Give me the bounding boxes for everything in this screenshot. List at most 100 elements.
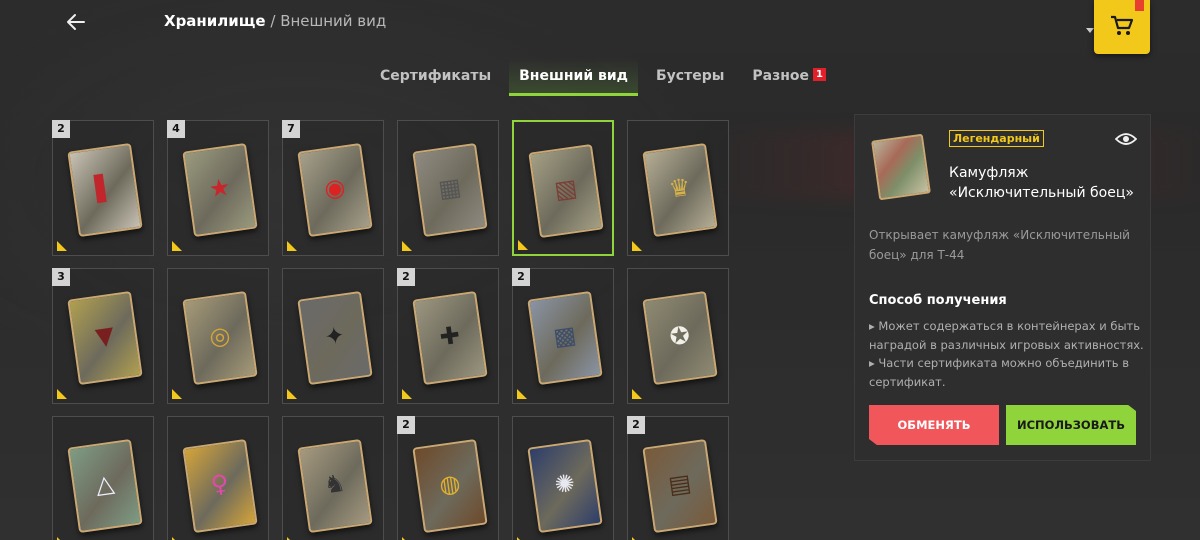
item-name-line2: «Исключительный боец» (949, 185, 1134, 201)
breadcrumb-separator: / (270, 12, 276, 30)
back-arrow-icon[interactable] (64, 10, 88, 34)
item-count-badge: 2 (397, 268, 415, 286)
item-card[interactable]: 4 ★ (167, 120, 269, 256)
rarity-corner-marker (287, 389, 297, 399)
item-card[interactable]: ✺ (512, 416, 614, 540)
emblem-glyph: △ (93, 468, 116, 500)
shark-mouth-icon: ▼ (67, 290, 143, 386)
shop-flag-icon (1135, 0, 1144, 11)
item-card[interactable]: ♛ (627, 120, 729, 256)
rarity-corner-marker (518, 240, 528, 250)
rarity-corner-marker (287, 241, 297, 251)
item-name: Камуфляж «Исключительный боец» (949, 163, 1139, 203)
info-line: ▸ Части сертификата можно объединить в с… (869, 356, 1130, 389)
item-count-badge: 4 (167, 120, 185, 138)
item-card[interactable]: 2 ▤ (627, 416, 729, 540)
triangle-sign-icon: △ (67, 438, 143, 534)
roundel-icon: ◉ (297, 142, 373, 238)
emblem-glyph: ◍ (437, 468, 463, 500)
item-card[interactable]: ✦ (282, 268, 384, 404)
item-count-badge: 2 (52, 120, 70, 138)
item-card[interactable]: 2 ✚ (397, 268, 499, 404)
exchange-button[interactable]: ОБМЕНЯТЬ (869, 405, 999, 445)
item-card[interactable]: 3 ▼ (52, 268, 154, 404)
emblem-glyph: ▦ (436, 172, 463, 204)
blue-camo-icon: ▩ (527, 290, 603, 386)
rarity-corner-marker (402, 389, 412, 399)
tab-misc[interactable]: Разное 1 (742, 58, 836, 94)
notification-badge: 1 (813, 68, 826, 81)
emblem-glyph: ▩ (551, 320, 578, 352)
emblem-glyph: ♀ (209, 468, 231, 500)
item-count-badge: 7 (282, 120, 300, 138)
item-card[interactable]: 2 ▩ (512, 268, 614, 404)
item-card[interactable]: ✪ (627, 268, 729, 404)
rarity-corner-marker (402, 241, 412, 251)
flag-stripes-icon: ▌ (67, 142, 143, 238)
emblem-glyph: ◉ (322, 172, 348, 204)
rarity-corner-marker (57, 241, 67, 251)
item-count-badge: 2 (512, 268, 530, 286)
tab-boosters[interactable]: Бустеры (646, 58, 734, 94)
gold-medal-icon: ◎ (182, 290, 258, 386)
item-card[interactable]: 2 ▌ (52, 120, 154, 256)
emblem-glyph: ✺ (552, 468, 577, 500)
raven-icon: ✦ (297, 290, 373, 386)
brick-camo-icon: ▤ (642, 438, 718, 534)
rarity-corner-marker (517, 389, 527, 399)
item-card[interactable]: ◎ (167, 268, 269, 404)
breadcrumb-current[interactable]: Хранилище (164, 12, 266, 30)
item-card[interactable]: ▧ (512, 120, 614, 256)
double-eagle-icon: ♛ (642, 142, 718, 238)
emblem-glyph: ◎ (207, 320, 233, 352)
item-thumbnail (871, 133, 931, 201)
emblem-glyph: ▌ (93, 172, 116, 204)
shop-button[interactable] (1094, 0, 1150, 54)
emblem-glyph: ★ (207, 172, 233, 204)
rarity-badge: Легендарный (949, 130, 1044, 147)
rarity-corner-marker (172, 241, 182, 251)
tabs: Сертификаты Внешний вид Бустеры Разное 1 (370, 58, 844, 96)
section-title: Способ получения (869, 293, 1007, 308)
item-count-badge: 3 (52, 268, 70, 286)
white-star-icon: ✪ (642, 290, 718, 386)
emblem-glyph: ▼ (93, 320, 116, 352)
rarity-corner-marker (172, 389, 182, 399)
emblem-glyph: ✦ (322, 320, 347, 352)
rarity-corner-marker (632, 389, 642, 399)
details-panel: Легендарный Камуфляж «Исключительный бое… (854, 114, 1151, 461)
acquisition-info: ▸ Может содержаться в контейнерах и быть… (869, 317, 1145, 391)
breadcrumb: Хранилище / Внешний вид (164, 12, 386, 30)
emblem-glyph: ✚ (437, 320, 462, 352)
emblem-glyph: ✪ (667, 320, 692, 352)
breadcrumb-sub: Внешний вид (280, 12, 387, 30)
item-count-badge: 2 (627, 416, 645, 434)
splinter-camo-icon: ▦ (412, 142, 488, 238)
item-card[interactable]: 7 ◉ (282, 120, 384, 256)
rarity-corner-marker (57, 389, 67, 399)
wolf-head-icon: ♞ (297, 438, 373, 534)
item-card[interactable]: ♀ (167, 416, 269, 540)
item-card[interactable]: △ (52, 416, 154, 540)
item-description: Открывает камуфляж «Исключительный боец»… (869, 228, 1130, 262)
anime-girl-icon: ♀ (182, 438, 258, 534)
eye-icon[interactable] (1115, 132, 1137, 146)
item-card[interactable]: ♞ (282, 416, 384, 540)
item-card[interactable]: 2 ◍ (397, 416, 499, 540)
item-grid: 2 ▌ 4 ★ 7 ◉ ▦ ▧ ♛ 3 ▼ ◎ ✦ 2 ✚ 2 ▩ ✪ △ ♀ ♞ 2 ◍ ✺ 2 ▤ (46, 112, 736, 540)
exceptional-fighter-camo-icon: ▧ (528, 143, 604, 239)
item-card[interactable]: ▦ (397, 120, 499, 256)
chevron-down-icon[interactable] (1086, 28, 1094, 33)
rarity-corner-marker (632, 241, 642, 251)
emblem-glyph: ▤ (666, 468, 693, 500)
emblem-glyph: ♞ (322, 468, 348, 500)
number-32-cross-icon: ✚ (412, 290, 488, 386)
tab-certificates[interactable]: Сертификаты (370, 58, 501, 94)
tab-appearance[interactable]: Внешний вид (509, 58, 638, 96)
item-name-line1: Камуфляж (949, 165, 1029, 181)
cart-icon (1111, 15, 1134, 35)
dragon-circle-icon: ✺ (527, 438, 603, 534)
info-line: ▸ Может содержаться в контейнерах и быть… (869, 319, 1144, 352)
use-button[interactable]: ИСПОЛЬЗОВАТЬ (1006, 405, 1136, 445)
gold-eyes-icon: ◍ (412, 438, 488, 534)
